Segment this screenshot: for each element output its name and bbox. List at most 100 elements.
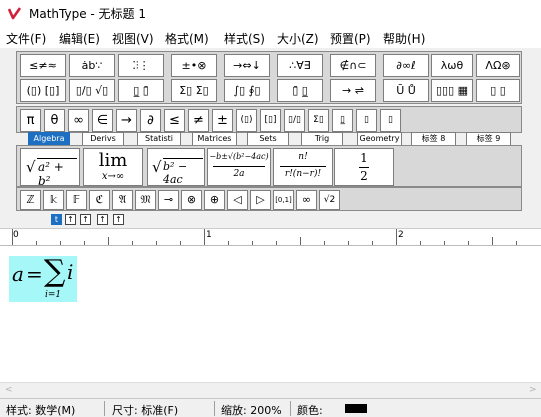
sets-palette-button[interactable]: ∉∩⊂ <box>330 54 376 77</box>
greek-upper-palette-button[interactable]: ΛΩ⊛ <box>476 54 520 77</box>
field-k-symbol-button[interactable]: 𝕜 <box>43 190 64 210</box>
integral-templates-button[interactable]: ∫▯ ∮▯ <box>224 79 270 102</box>
ruler-tick <box>300 237 301 245</box>
equation-editor-area[interactable]: a = ∑ i i=1 <box>0 246 541 382</box>
status-style: 样式: 数学(M) <box>6 404 76 417</box>
common-symbols-bar: π θ ∞ ∈ → ∂ ≤ ≠ ± (▯) [▯] ▯/▯ Σ▯ ▯̲ ▯ ▯ <box>16 106 522 133</box>
infinity-symbol-button[interactable]: ∞ <box>68 109 89 132</box>
matrix-templates-button[interactable]: ▯▯▯ ▦ <box>431 79 473 102</box>
menu-size[interactable]: 大小(Z) <box>277 30 319 47</box>
sum-template-button[interactable]: Σ▯ <box>308 109 329 132</box>
menu-preferences[interactable]: 预置(P) <box>330 30 371 47</box>
scroll-right-arrow-icon[interactable]: > <box>529 385 537 395</box>
subscript-template-button[interactable]: ▯ <box>380 109 401 132</box>
equation-equals: = <box>26 262 43 286</box>
color-swatch[interactable] <box>345 404 367 413</box>
integers-symbol-button[interactable]: ℤ <box>20 190 41 210</box>
template-bar: √ a² + b² lim x→∞ √ b² − 4ac −b±√(b²−4ac… <box>16 145 522 187</box>
tab-trig[interactable]: Trig <box>301 132 343 146</box>
script-templates-button[interactable]: ▯̲ ▯̄ <box>118 79 164 102</box>
fraktur-f-symbol-button[interactable]: 𝔽 <box>66 190 87 210</box>
fraction-radical-templates-button[interactable]: ▯/▯ √▯ <box>69 79 115 102</box>
leq-symbol-button[interactable]: ≤ <box>164 109 185 132</box>
one-half-template[interactable]: 1 2 <box>334 148 394 186</box>
multimap-symbol-button[interactable]: ⊸ <box>158 190 179 210</box>
logic-palette-button[interactable]: ∴∀∃ <box>277 54 323 77</box>
element-of-symbol-button[interactable]: ∈ <box>92 109 113 132</box>
sqrt2-button[interactable]: √2 <box>319 190 340 210</box>
parens-template-button[interactable]: (▯) <box>236 109 257 132</box>
ruler-tick <box>204 229 205 245</box>
tab-algebra[interactable]: Algebra <box>28 132 70 146</box>
product-templates-button[interactable]: Ū Ů <box>383 79 429 102</box>
box-templates-button[interactable]: ▯ ▯ <box>476 79 520 102</box>
infinity-small-button[interactable]: ∞ <box>296 190 317 210</box>
menu-file[interactable]: 文件(F) <box>6 30 46 47</box>
ruler-label-2: 2 <box>398 230 404 240</box>
tab-statistics[interactable]: Statisti <box>137 132 181 146</box>
spaces-palette-button[interactable]: ȧb∵ <box>69 54 115 77</box>
summation-body: i <box>67 260 74 284</box>
nudge-up-button-4[interactable]: ↑ <box>113 214 124 225</box>
arrow-symbol-button[interactable]: → <box>116 109 137 132</box>
quadratic-numerator: −b±√(b²−4ac) <box>209 152 269 161</box>
otimes-symbol-button[interactable]: ⊗ <box>181 190 202 210</box>
tab-matrices[interactable]: Matrices <box>192 132 237 146</box>
nudge-up-button-1[interactable]: ↑ <box>65 214 76 225</box>
equation-selection[interactable]: a = ∑ i i=1 <box>9 254 77 302</box>
plusminus-symbol-button[interactable]: ± <box>212 109 233 132</box>
tab-label-8[interactable]: 标签 8 <box>411 132 456 146</box>
greek-lower-palette-button[interactable]: λωθ <box>431 54 473 77</box>
embellishments-palette-button[interactable]: ⁚⫶⋮ <box>118 54 164 77</box>
underscript-template-button[interactable]: ▯̲ <box>332 109 353 132</box>
left-triangle-symbol-button[interactable]: ◁ <box>227 190 248 210</box>
small-symbols-bar: ℤ 𝕜 𝔽 ℭ 𝔄 𝔐 ⊸ ⊗ ⊕ ◁ ▷ [0,1] ∞ √2 <box>16 187 522 211</box>
operators-palette-button[interactable]: ±•⊗ <box>171 54 217 77</box>
discriminant-template[interactable]: √ b² − 4ac <box>147 148 205 186</box>
fraktur-a-symbol-button[interactable]: 𝔄 <box>112 190 133 210</box>
arrows-palette-button[interactable]: →⇔↓ <box>224 54 270 77</box>
fraction-template-button[interactable]: ▯/▯ <box>284 109 305 132</box>
pythagorean-template[interactable]: √ a² + b² <box>20 148 80 186</box>
tab-derivs[interactable]: Derivs <box>82 132 124 146</box>
tab-geometry[interactable]: Geometry <box>357 132 402 146</box>
theta-symbol-button[interactable]: θ <box>44 109 65 132</box>
tab-sets[interactable]: Sets <box>247 132 289 146</box>
limit-template[interactable]: lim x→∞ <box>83 148 143 186</box>
arrow-templates-button[interactable]: → ⇌ <box>330 79 376 102</box>
menu-format[interactable]: 格式(M) <box>165 30 209 47</box>
misc-palette-button[interactable]: ∂∞ℓ <box>383 54 429 77</box>
ruler-tick <box>468 241 469 245</box>
menu-view[interactable]: 视图(V) <box>112 30 154 47</box>
menu-edit[interactable]: 编辑(E) <box>59 30 100 47</box>
tab-label-9[interactable]: 标签 9 <box>466 132 511 146</box>
superscript-template-button[interactable]: ▯ <box>356 109 377 132</box>
menu-style[interactable]: 样式(S) <box>224 30 265 47</box>
right-triangle-symbol-button[interactable]: ▷ <box>250 190 271 210</box>
menu-help[interactable]: 帮助(H) <box>383 30 425 47</box>
partial-symbol-button[interactable]: ∂ <box>140 109 161 132</box>
ruler-tick <box>60 241 61 245</box>
fraktur-c-symbol-button[interactable]: ℭ <box>89 190 110 210</box>
interval-template-button[interactable]: [0,1] <box>273 190 294 210</box>
oplus-symbol-button[interactable]: ⊕ <box>204 190 225 210</box>
quadratic-formula-template[interactable]: −b±√(b²−4ac) 2a <box>207 148 271 186</box>
status-separator <box>104 401 105 416</box>
nudge-up-button-2[interactable]: ↑ <box>80 214 91 225</box>
pi-symbol-button[interactable]: π <box>20 109 41 132</box>
nudge-up-button-3[interactable]: ↑ <box>97 214 108 225</box>
fraktur-m-symbol-button[interactable]: 𝔐 <box>135 190 156 210</box>
summation-templates-button[interactable]: Σ▯ Σ▯ <box>171 79 217 102</box>
relations-palette-button[interactable]: ≤≠≈ <box>20 54 66 77</box>
fence-templates-button[interactable]: (▯) [▯] <box>20 79 66 102</box>
bar-templates-button[interactable]: ▯̄ ▯̲ <box>277 79 323 102</box>
neq-symbol-button[interactable]: ≠ <box>188 109 209 132</box>
ruler-tick <box>372 241 373 245</box>
ruler-tick <box>420 241 421 245</box>
combination-template[interactable]: n! r!(n−r)! <box>273 148 333 186</box>
brackets-template-button[interactable]: [▯] <box>260 109 281 132</box>
nudge-tab-button[interactable]: t <box>51 214 62 225</box>
horizontal-scrollbar[interactable]: < > <box>0 382 541 398</box>
scroll-left-arrow-icon[interactable]: < <box>5 385 13 395</box>
ruler-tick <box>108 237 109 245</box>
